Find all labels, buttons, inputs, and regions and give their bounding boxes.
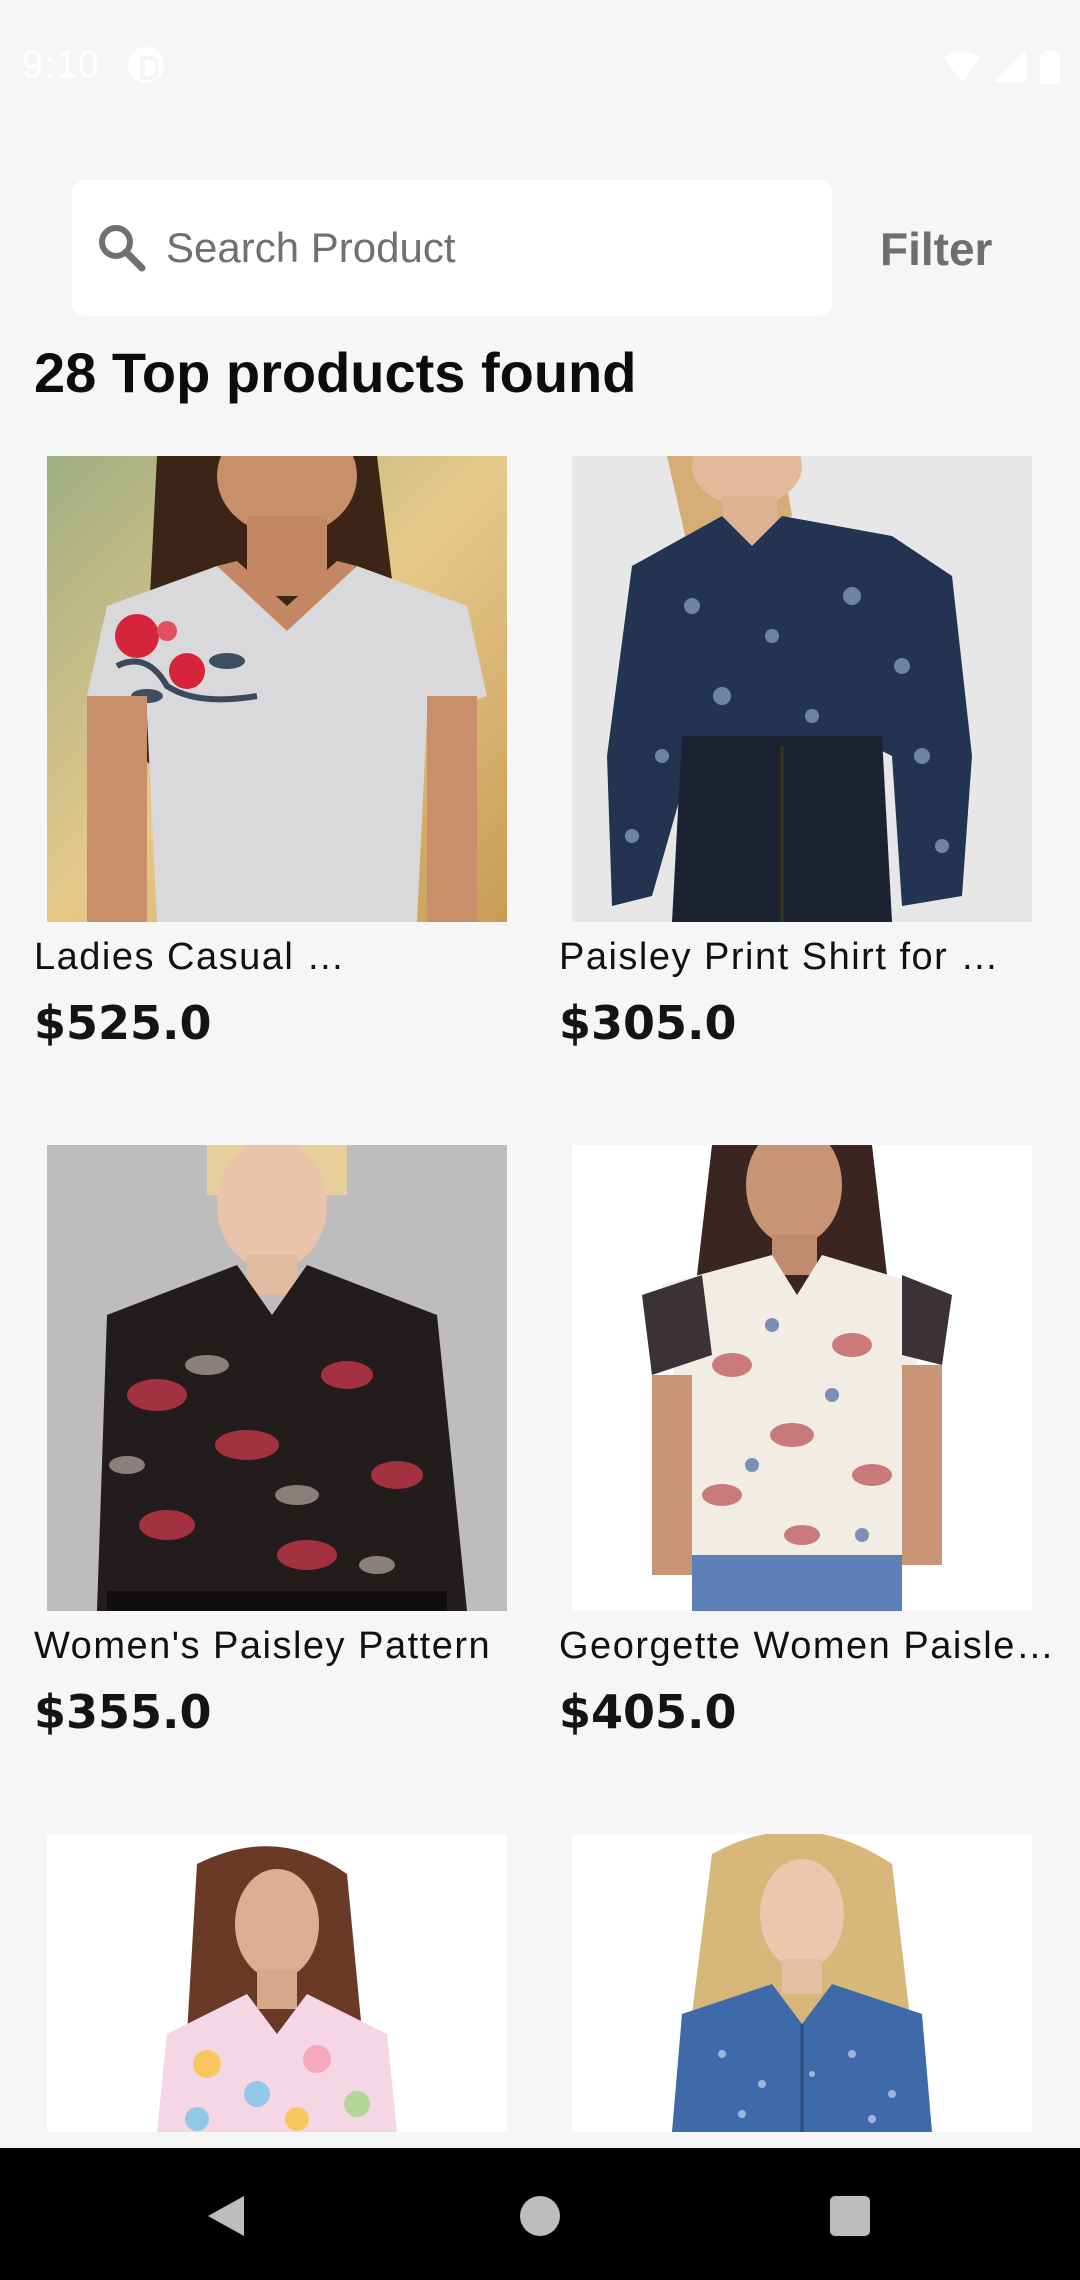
product-price: $405.0 bbox=[559, 1685, 737, 1739]
product-title[interactable]: Georgette Women Paisle… bbox=[559, 1625, 1065, 1668]
status-time: 9:10 bbox=[22, 44, 100, 86]
product-image[interactable] bbox=[572, 1145, 1032, 1611]
search-input[interactable] bbox=[166, 208, 806, 288]
status-icons bbox=[942, 48, 1062, 86]
battery-icon bbox=[1040, 50, 1060, 84]
search-box[interactable] bbox=[72, 180, 832, 316]
product-image[interactable] bbox=[47, 456, 507, 922]
recent-apps-icon[interactable] bbox=[830, 2196, 870, 2236]
back-icon[interactable] bbox=[206, 2194, 246, 2238]
product-grid: Ladies Casual … $525.0 Paisley Print Shi… bbox=[0, 456, 1080, 2132]
status-bar: 9:10 bbox=[0, 0, 1080, 134]
system-navigation-bar bbox=[0, 2148, 1080, 2280]
product-title[interactable]: Women's Paisley Pattern bbox=[34, 1625, 540, 1668]
product-image[interactable] bbox=[47, 1834, 507, 2132]
wifi-icon bbox=[944, 51, 980, 82]
app-notification-icon bbox=[128, 47, 164, 83]
product-title[interactable]: Ladies Casual … bbox=[34, 936, 540, 979]
product-price: $525.0 bbox=[34, 996, 212, 1050]
product-title[interactable]: Paisley Print Shirt for … bbox=[559, 936, 1065, 979]
product-image[interactable] bbox=[572, 1834, 1032, 2132]
product-price: $355.0 bbox=[34, 1685, 212, 1739]
results-count-heading: 28 Top products found bbox=[34, 341, 637, 404]
search-icon bbox=[99, 225, 146, 272]
product-image[interactable] bbox=[572, 456, 1032, 922]
filter-button[interactable]: Filter bbox=[880, 214, 1040, 284]
product-image[interactable] bbox=[47, 1145, 507, 1611]
product-price: $305.0 bbox=[559, 996, 737, 1050]
home-icon[interactable] bbox=[520, 2196, 560, 2236]
cellular-signal-icon bbox=[994, 50, 1026, 82]
